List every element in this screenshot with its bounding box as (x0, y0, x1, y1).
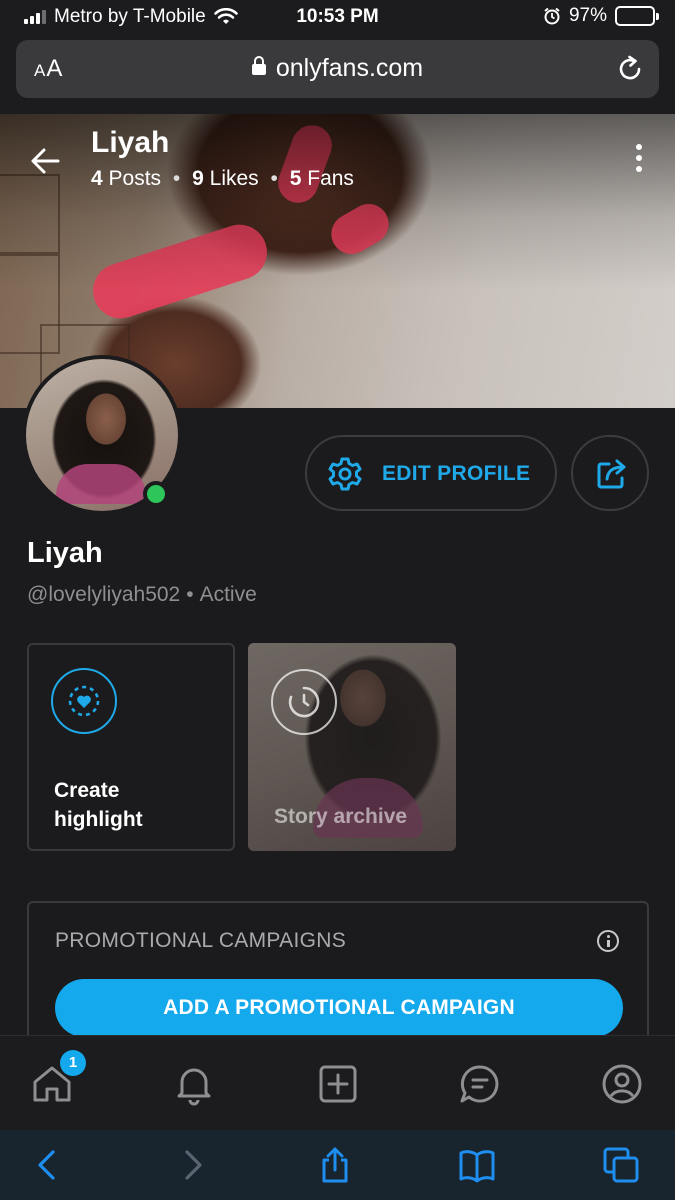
cover-profile-name: Liyah (91, 126, 170, 159)
create-highlight-ring (51, 668, 117, 734)
likes-count: 9 (192, 167, 204, 190)
browser-tabs-button[interactable] (602, 1146, 640, 1184)
fans-label: Fans (307, 167, 354, 190)
posts-count: 4 (91, 167, 103, 190)
domain-label: onlyfans.com (275, 54, 424, 82)
add-post-icon (319, 1065, 357, 1103)
address-bar[interactable]: AA onlyfans.com (16, 40, 659, 98)
create-highlight-label: Create highlight (54, 779, 143, 831)
nav-messages[interactable] (458, 1062, 502, 1106)
profile-stats: 4 Posts • 9 Likes • 5 Fans (91, 167, 354, 190)
profile-icon (602, 1064, 642, 1104)
profile-handle-line: @lovelyliyah502 • Active (27, 583, 257, 606)
app-bottom-nav (0, 1035, 675, 1130)
story-archive-label: Story archive (274, 805, 408, 828)
likes-label: Likes (209, 167, 259, 190)
edit-profile-button[interactable]: EDIT PROFILE (305, 435, 557, 511)
posts-label: Posts (108, 167, 162, 190)
browser-share-button[interactable] (316, 1146, 354, 1184)
home-notification-badge: 1 (60, 1050, 86, 1076)
browser-back-button[interactable] (28, 1146, 66, 1184)
alarm-icon (544, 7, 560, 25)
share-icon (322, 1147, 348, 1183)
share-icon (597, 459, 626, 489)
nav-profile[interactable] (600, 1062, 644, 1106)
nav-notifications[interactable] (172, 1062, 216, 1106)
gear-icon (328, 457, 362, 491)
clock-history-icon (288, 686, 320, 718)
create-highlight-card[interactable]: Create highlight (27, 643, 235, 851)
add-promotional-campaign-button[interactable]: ADD A PROMOTIONAL CAMPAIGN (55, 979, 623, 1037)
profile-handle: @lovelyliyah502 (27, 583, 181, 606)
back-icon (38, 1150, 55, 1180)
browser-toolbar (0, 1130, 675, 1200)
browser-forward-button[interactable] (174, 1146, 212, 1184)
edit-profile-label: EDIT PROFILE (382, 462, 531, 485)
lock-icon (251, 56, 266, 75)
story-archive-ring (271, 669, 337, 735)
bookmarks-icon (459, 1150, 495, 1183)
messages-icon (460, 1065, 499, 1103)
bell-icon (177, 1068, 211, 1106)
reload-icon[interactable] (615, 54, 645, 84)
battery-percent: 97% (568, 5, 607, 26)
profile-status: Active (199, 583, 257, 606)
browser-address-area: AA onlyfans.com (0, 36, 675, 114)
promotional-campaigns-title: PROMOTIONAL CAMPAIGNS (55, 929, 346, 952)
status-right: 97% (543, 5, 659, 27)
status-bar: Metro by T-Mobile 10:53 PM 97% (0, 0, 675, 36)
info-icon[interactable] (597, 930, 619, 952)
share-profile-button[interactable] (571, 435, 649, 511)
online-status-dot (143, 481, 169, 507)
nav-new-post[interactable] (316, 1062, 360, 1106)
address-domain[interactable]: onlyfans.com (16, 54, 659, 83)
battery-icon (615, 6, 659, 26)
forward-icon (185, 1150, 202, 1180)
fans-count: 5 (289, 167, 302, 190)
browser-bookmarks-button[interactable] (458, 1146, 496, 1184)
tabs-icon (603, 1147, 639, 1183)
heart-story-icon (68, 685, 100, 717)
more-options-icon[interactable] (631, 144, 647, 176)
back-arrow-icon[interactable] (28, 144, 62, 178)
profile-display-name: Liyah (27, 537, 103, 569)
story-archive-card[interactable]: Story archive (248, 643, 456, 851)
